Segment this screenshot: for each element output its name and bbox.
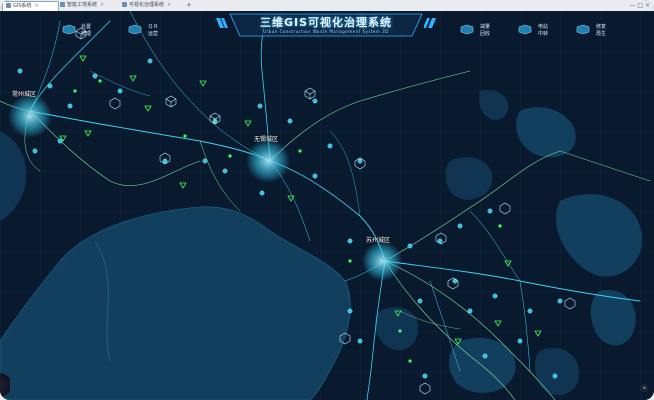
header-right-accent	[424, 18, 436, 28]
page-subtitle: Urban Construction Waste Management Syst…	[263, 29, 389, 34]
nav-label: 修复	[595, 24, 606, 30]
tab-label: GIS系统	[13, 3, 32, 9]
site-marker[interactable]	[407, 243, 413, 249]
nav-label: 中转	[537, 31, 548, 37]
close-icon[interactable]: ×	[100, 2, 104, 8]
site-marker[interactable]	[517, 338, 523, 344]
page-icon	[60, 2, 65, 7]
new-tab-button[interactable]: +	[186, 1, 192, 10]
site-marker[interactable]	[327, 143, 333, 149]
site-marker[interactable]	[557, 298, 563, 304]
site-marker[interactable]	[287, 118, 293, 124]
nav-disposal-management[interactable]: 处置 管理	[78, 24, 94, 38]
gis-map[interactable]	[0, 11, 654, 400]
nav-transfer-station[interactable]: 电站 中转	[535, 24, 551, 38]
left-edge-control[interactable]	[0, 370, 10, 400]
site-marker[interactable]	[47, 83, 53, 89]
site-marker[interactable]	[202, 158, 208, 164]
site-marker[interactable]	[257, 103, 263, 109]
browser-tab-visual[interactable]: 可视化治理系统 ×	[122, 1, 182, 10]
nav-label: 回收	[479, 31, 490, 37]
page-title: 三维GIS可视化治理系统	[259, 16, 393, 29]
expand-icon[interactable]: ◂	[640, 384, 648, 392]
site-marker[interactable]	[17, 68, 23, 74]
app-frame: GIS系统 × 智能工地系统 × 可视化治理系统 × + — □ × 三维GIS…	[0, 0, 654, 400]
site-marker[interactable]	[347, 238, 353, 244]
regen-icon[interactable]	[576, 24, 590, 34]
site-marker[interactable]	[92, 73, 98, 79]
close-icon[interactable]: ×	[35, 3, 39, 9]
nav-label: 运营	[147, 31, 158, 37]
site-marker[interactable]	[467, 308, 473, 314]
site-marker[interactable]	[222, 168, 228, 174]
nav-label: 减量	[479, 24, 490, 30]
nav-label: 电站	[537, 24, 548, 30]
site-marker[interactable]	[482, 353, 488, 359]
city-label-changzhou[interactable]: 常州城区	[12, 89, 36, 98]
nav-reduction-recycling[interactable]: 减量 回收	[477, 24, 493, 38]
city-label-suzhou[interactable]: 苏州城区	[366, 235, 390, 244]
truck-icon[interactable]	[62, 24, 76, 34]
site-marker[interactable]	[347, 308, 353, 314]
browser-tab-site[interactable]: 智能工地系统 ×	[60, 1, 116, 10]
browser-tab-gis[interactable]: GIS系统 ×	[2, 1, 59, 11]
close-icon[interactable]: ×	[167, 2, 171, 8]
site-marker[interactable]	[457, 223, 463, 229]
nav-label: Q R	[148, 24, 158, 30]
site-marker[interactable]	[147, 58, 153, 64]
site-marker[interactable]	[259, 190, 265, 196]
nav-qr-operation[interactable]: Q R 运营	[145, 24, 161, 38]
page-icon	[122, 2, 127, 7]
nav-label: 管理	[80, 31, 91, 37]
site-marker[interactable]	[57, 138, 63, 144]
site-marker[interactable]	[32, 148, 38, 154]
site-marker[interactable]	[492, 293, 498, 299]
mid-lake	[445, 157, 493, 200]
tab-label: 可视化治理系统	[129, 2, 165, 8]
site-marker[interactable]	[487, 208, 493, 214]
tab-label: 智能工地系统	[67, 2, 98, 8]
site-marker[interactable]	[422, 373, 428, 379]
header-left-accent	[216, 18, 228, 28]
site-marker[interactable]	[357, 158, 363, 164]
site-marker[interactable]	[312, 173, 318, 179]
site-marker[interactable]	[162, 158, 168, 164]
site-icon[interactable]	[128, 24, 142, 34]
page-icon	[6, 3, 11, 8]
site-marker[interactable]	[417, 298, 423, 304]
site-marker[interactable]	[312, 98, 318, 104]
site-marker[interactable]	[117, 88, 123, 94]
recycle-icon[interactable]	[460, 24, 474, 34]
nav-label: 处置	[80, 24, 91, 30]
station-icon[interactable]	[518, 24, 532, 34]
system-header: 三维GIS可视化治理系统 Urban Construction Waste Ma…	[228, 12, 424, 38]
city-label-wuxi[interactable]: 无锡城区	[254, 134, 278, 143]
window-controls[interactable]: — □ ×	[629, 1, 650, 10]
site-marker[interactable]	[552, 373, 558, 379]
nav-restoration-regeneration[interactable]: 修复 再生	[593, 24, 609, 38]
site-marker[interactable]	[527, 308, 533, 314]
nav-label: 再生	[595, 31, 606, 37]
site-marker[interactable]	[67, 103, 73, 109]
site-marker[interactable]	[357, 338, 363, 344]
